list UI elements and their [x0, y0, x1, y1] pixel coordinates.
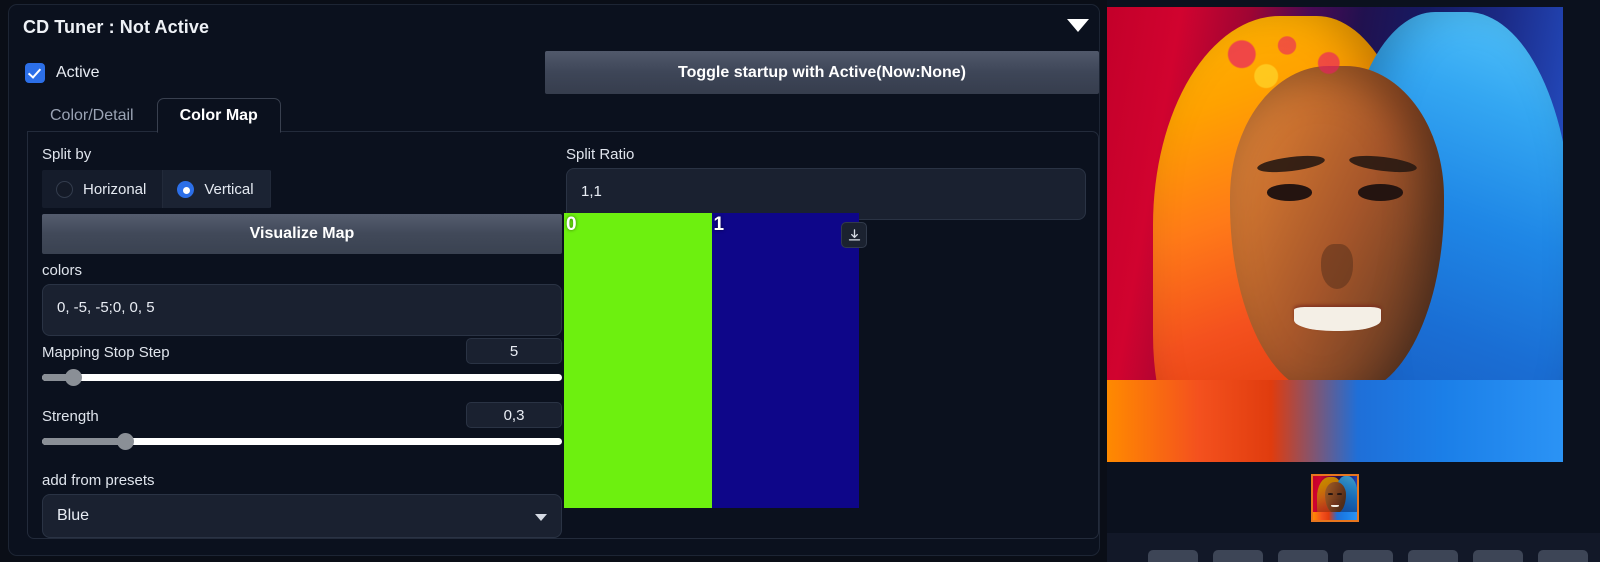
map-block-0: 0 [564, 213, 712, 508]
portrait-graphic [1107, 7, 1563, 462]
tab-bar: Color/Detail Color Map [27, 97, 281, 133]
bottom-button-5[interactable] [1408, 550, 1458, 562]
strength-label: Strength [42, 408, 99, 425]
bottom-button-3[interactable] [1278, 550, 1328, 562]
thumbnail-graphic [1313, 476, 1357, 520]
active-checkbox-row[interactable]: Active [25, 63, 100, 83]
colors-label: colors [42, 262, 83, 279]
portrait-eye-right [1357, 184, 1404, 201]
portrait-smile [1293, 307, 1381, 331]
mapping-stop-step-slider-knob[interactable] [65, 369, 83, 386]
radio-dot-selected-icon [177, 180, 195, 198]
thumb-eye-left [1328, 493, 1333, 495]
cd-tuner-panel: CD Tuner : Not Active Active Toggle star… [8, 4, 1100, 556]
map-block-1-index: 1 [713, 214, 725, 235]
radio-option-horizonal-label: Horizonal [83, 180, 147, 198]
active-checkbox-label: Active [56, 64, 100, 81]
radio-option-horizonal[interactable]: Horizonal [42, 170, 164, 208]
strength-slider-fill [42, 438, 126, 445]
split-by-radio-group: Horizonal Vertical [42, 170, 271, 208]
chevron-down-icon [535, 514, 547, 521]
page-title: CD Tuner : Not Active [23, 17, 210, 37]
add-from-presets-label: add from presets [42, 472, 155, 489]
split-ratio-label: Split Ratio [566, 146, 635, 163]
map-preview: 0 1 [564, 213, 867, 508]
download-icon[interactable] [841, 222, 867, 248]
strength-value[interactable]: 0,3 [466, 402, 562, 428]
mapping-stop-step-label: Mapping Stop Step [42, 344, 170, 361]
output-panel [1107, 0, 1600, 562]
tab-color-detail[interactable]: Color/Detail [27, 98, 157, 133]
colors-input[interactable] [42, 284, 562, 336]
radio-option-vertical[interactable]: Vertical [163, 170, 271, 208]
bottom-button-4[interactable] [1343, 550, 1393, 562]
visualize-map-button[interactable]: Visualize Map [42, 214, 562, 254]
map-block-0-index: 0 [566, 214, 577, 235]
panel-header[interactable]: CD Tuner : Not Active [9, 5, 1099, 49]
bottom-button-1[interactable] [1148, 550, 1198, 562]
portrait-scarf-bottom [1107, 380, 1563, 462]
portrait-face [1230, 66, 1445, 394]
tab-color-map[interactable]: Color Map [156, 98, 281, 133]
portrait-eye-left [1266, 184, 1313, 201]
thumbnail-selected[interactable] [1311, 474, 1359, 522]
thumb-scarf-bottom [1313, 512, 1357, 520]
toggle-startup-button[interactable]: Toggle startup with Active(Now:None) [545, 51, 1099, 94]
active-checkbox[interactable] [25, 63, 45, 83]
mapping-stop-step-value[interactable]: 5 [466, 338, 562, 364]
add-from-presets-value: Blue [57, 507, 90, 524]
mapping-stop-step-slider[interactable] [42, 369, 562, 386]
radio-dot-icon [56, 180, 73, 198]
triangle-down-icon[interactable] [1067, 19, 1089, 32]
portrait-hijab-pattern [1207, 25, 1381, 98]
bottom-toolbar [1107, 533, 1600, 562]
thumb-eye-right [1337, 493, 1342, 495]
map-block-1: 1 [711, 213, 859, 508]
thumb-face [1324, 481, 1346, 514]
strength-slider-knob[interactable] [117, 433, 135, 450]
thumbnail-strip [1107, 468, 1563, 528]
strength-slider[interactable] [42, 433, 562, 450]
radio-option-vertical-label: Vertical [204, 180, 254, 198]
bottom-button-2[interactable] [1213, 550, 1263, 562]
bottom-button-row [1148, 550, 1588, 562]
generated-image[interactable] [1107, 7, 1563, 462]
bottom-button-7[interactable] [1538, 550, 1588, 562]
color-map-tab-panel: Split by Horizonal Vertical Visualize Ma… [27, 131, 1099, 539]
bottom-button-6[interactable] [1473, 550, 1523, 562]
split-by-label: Split by [42, 146, 92, 163]
add-from-presets-select[interactable]: Blue [42, 494, 562, 538]
